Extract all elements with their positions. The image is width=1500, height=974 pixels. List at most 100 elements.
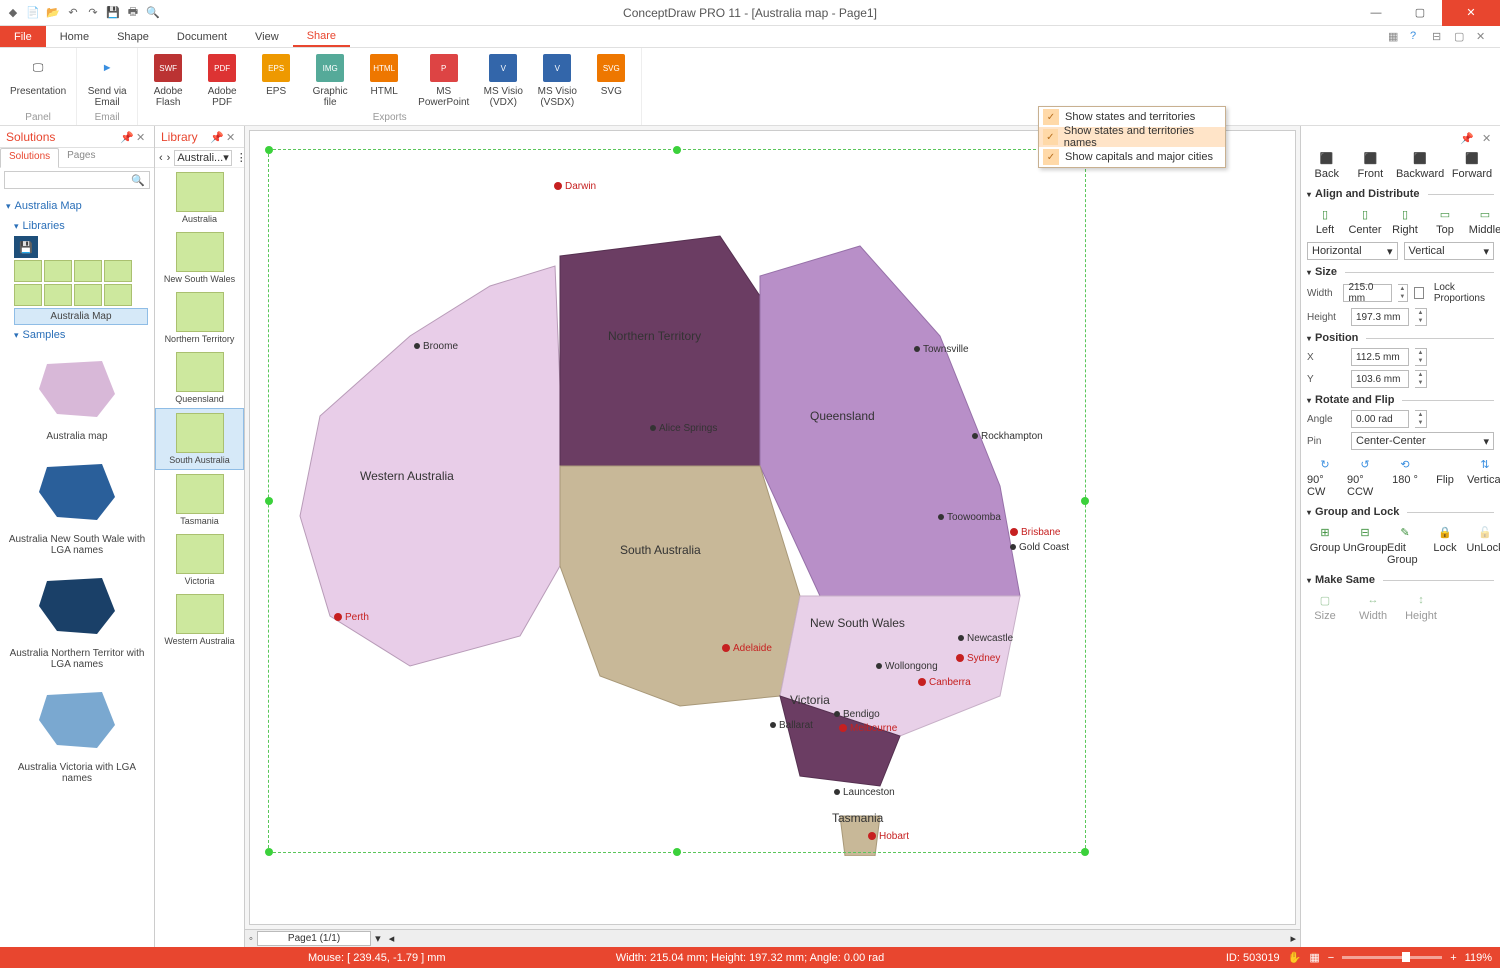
menu-home[interactable]: Home: [46, 26, 103, 47]
panel-toggle-icon[interactable]: ▦: [1388, 30, 1402, 44]
arrange-backward[interactable]: ⬛Backward: [1396, 150, 1444, 180]
minimize-button[interactable]: —: [1354, 0, 1398, 26]
tree-root[interactable]: Australia Map: [6, 196, 148, 216]
tab-pages[interactable]: Pages: [59, 148, 103, 167]
ribbon-export-p[interactable]: PMS PowerPoint: [414, 50, 473, 111]
page-tab[interactable]: Page1 (1/1): [257, 931, 371, 946]
library-item[interactable]: Victoria: [155, 530, 244, 590]
print-icon[interactable]: 🖶: [126, 6, 140, 20]
window-restore-icon[interactable]: ▢: [1454, 30, 1468, 44]
help-icon[interactable]: ?: [1410, 30, 1424, 44]
edit-group-button[interactable]: ✎Edit Group: [1387, 524, 1423, 566]
distribute-horizontal[interactable]: Horizontal▾: [1307, 242, 1398, 260]
canvas[interactable]: Western AustraliaNorthern TerritoryQueen…: [249, 130, 1296, 925]
zoom-out-icon[interactable]: −: [1328, 952, 1334, 964]
section-size[interactable]: Size: [1307, 262, 1494, 280]
height-spinner[interactable]: ▲▼: [1415, 308, 1427, 326]
pin-icon[interactable]: 📌: [1460, 132, 1472, 144]
menu-file[interactable]: File: [0, 26, 46, 47]
y-input[interactable]: 103.6 mm: [1351, 370, 1409, 388]
sample-item[interactable]: Australia Victoria with LGA names: [6, 680, 148, 790]
width-input[interactable]: 215.0 mm: [1343, 284, 1392, 302]
page-add-icon[interactable]: ◦: [249, 933, 253, 945]
library-item[interactable]: Australia: [155, 168, 244, 228]
window-close-icon[interactable]: ✕: [1476, 30, 1490, 44]
status-grid-icon[interactable]: ▦: [1309, 951, 1319, 964]
sample-item[interactable]: Australia New South Wale with LGA names: [6, 452, 148, 562]
ribbon-export-pdf[interactable]: PDFAdobe PDF: [198, 50, 246, 111]
arrange-forward[interactable]: ⬛Forward: [1452, 150, 1492, 180]
redo-icon[interactable]: ↷: [86, 6, 100, 20]
lock-proportions-checkbox[interactable]: [1414, 287, 1424, 299]
ribbon-export-svg[interactable]: SVGSVG: [587, 50, 635, 111]
ribbon-export-swf[interactable]: SWFAdobe Flash: [144, 50, 192, 111]
ribbon-export-v[interactable]: VMS Visio (VSDX): [533, 50, 581, 111]
ribbon-export-eps[interactable]: EPSEPS: [252, 50, 300, 111]
pin-select[interactable]: Center-Center▾: [1351, 432, 1494, 450]
distribute-vertical[interactable]: Vertical▾: [1404, 242, 1495, 260]
save-library-icon[interactable]: 💾: [14, 236, 38, 258]
library-selected[interactable]: Australia Map: [14, 308, 148, 325]
undo-icon[interactable]: ↶: [66, 6, 80, 20]
ribbon-export-html[interactable]: HTMLHTML: [360, 50, 408, 111]
rotate-cw[interactable]: ↻90° CW: [1307, 456, 1343, 498]
window-min-icon[interactable]: ⊟: [1432, 30, 1446, 44]
tab-solutions[interactable]: Solutions: [0, 148, 59, 168]
angle-input[interactable]: 0.00 rad: [1351, 410, 1409, 428]
close-panel-icon[interactable]: ✕: [136, 131, 148, 143]
ribbon-send-email[interactable]: ► Send via Email: [83, 50, 131, 111]
close-panel-icon[interactable]: ✕: [226, 131, 238, 143]
menu-view[interactable]: View: [241, 26, 293, 47]
ribbon-presentation[interactable]: 🖵 Presentation: [6, 50, 70, 111]
status-hand-icon[interactable]: ✋: [1288, 951, 1302, 964]
tree-libraries[interactable]: Libraries: [6, 216, 148, 236]
library-item[interactable]: South Australia: [155, 408, 244, 470]
group-button[interactable]: ⊞Group: [1307, 524, 1343, 566]
section-group[interactable]: Group and Lock: [1307, 502, 1494, 520]
section-align[interactable]: Align and Distribute: [1307, 184, 1494, 202]
zoom-slider[interactable]: [1342, 956, 1442, 959]
height-input[interactable]: 197.3 mm: [1351, 308, 1409, 326]
tree-samples[interactable]: Samples: [6, 325, 148, 345]
section-position[interactable]: Position: [1307, 328, 1494, 346]
save-icon[interactable]: 💾: [106, 6, 120, 20]
ribbon-export-img[interactable]: IMGGraphic file: [306, 50, 354, 111]
section-makesame[interactable]: Make Same: [1307, 570, 1494, 588]
flip-vertical[interactable]: ⇅Vertical: [1467, 456, 1500, 498]
close-panel-icon[interactable]: ✕: [1482, 132, 1494, 144]
align-right[interactable]: ▯Right: [1387, 206, 1423, 236]
lock-button[interactable]: 🔒Lock: [1427, 524, 1463, 566]
context-menu-item[interactable]: ✓Show capitals and major cities: [1039, 147, 1225, 167]
library-item[interactable]: Queensland: [155, 348, 244, 408]
unlock-button[interactable]: 🔓UnLock: [1467, 524, 1500, 566]
scroll-left-icon[interactable]: ◂: [389, 932, 395, 945]
rotate-ccw[interactable]: ↺90° CCW: [1347, 456, 1383, 498]
library-item[interactable]: New South Wales: [155, 228, 244, 288]
section-rotate[interactable]: Rotate and Flip: [1307, 390, 1494, 408]
align-left[interactable]: ▯Left: [1307, 206, 1343, 236]
context-menu-item[interactable]: ✓Show states and territories names: [1039, 127, 1225, 147]
rotate-180[interactable]: ⟲180 °: [1387, 456, 1423, 498]
menu-document[interactable]: Document: [163, 26, 241, 47]
library-item[interactable]: Western Australia: [155, 590, 244, 650]
lib-chip[interactable]: [14, 260, 42, 282]
align-center[interactable]: ▯Center: [1347, 206, 1383, 236]
sample-item[interactable]: Australia Northern Territor with LGA nam…: [6, 566, 148, 676]
library-dropdown[interactable]: Australi...▾: [174, 150, 231, 166]
close-button[interactable]: ✕: [1442, 0, 1500, 26]
maximize-button[interactable]: ▢: [1398, 0, 1442, 26]
x-input[interactable]: 112.5 mm: [1351, 348, 1409, 366]
ungroup-button[interactable]: ⊟UnGroup: [1347, 524, 1383, 566]
solutions-search[interactable]: 🔍: [4, 171, 150, 189]
zoom-in-icon[interactable]: +: [1450, 952, 1456, 964]
pin-icon[interactable]: 📌: [120, 131, 132, 143]
pin-icon[interactable]: 📌: [210, 131, 222, 143]
lib-next-icon[interactable]: ›: [167, 152, 171, 164]
arrange-back[interactable]: ⬛Back: [1309, 150, 1345, 180]
arrange-front[interactable]: ⬛Front: [1352, 150, 1388, 180]
menu-share[interactable]: Share: [293, 26, 350, 47]
align-top[interactable]: ▭Top: [1427, 206, 1463, 236]
library-item[interactable]: Northern Territory: [155, 288, 244, 348]
context-menu-item[interactable]: ✓Show states and territories: [1039, 107, 1225, 127]
align-middle[interactable]: ▭Middle: [1467, 206, 1500, 236]
